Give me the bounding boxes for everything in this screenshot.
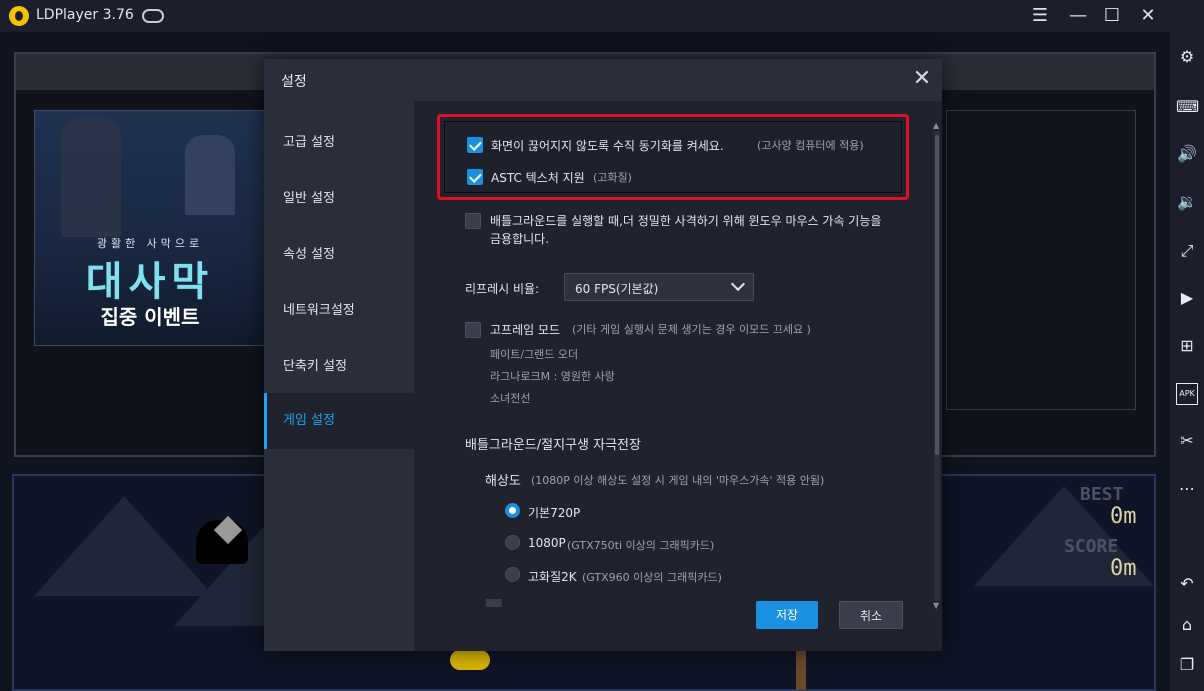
right-toolbar: ⚙ ⌨ 🔊 🔉 ⤢ ▶ ⊞ APK ✂ ⋯ ↶ ⌂ ❐ — [1170, 0, 1204, 691]
astc-label: ASTC 텍스처 지원 — [491, 171, 585, 185]
game-post — [796, 650, 806, 690]
minimize-icon[interactable]: — — [1066, 4, 1090, 28]
pubg-section-heading: 배틀그라운드/절지구생 자극전장 — [465, 438, 641, 453]
mouse-accel-label-line2: 금용합니다. — [490, 232, 550, 246]
high-fps-game: 라그나로크M : 영원한 사랑 — [490, 370, 615, 383]
resolution-option-note: (GTX750ti 이상의 그래픽카드) — [567, 539, 715, 552]
settings-icon[interactable]: ⚙ — [1176, 46, 1198, 68]
back-icon[interactable]: ↶ — [1176, 573, 1198, 595]
vsync-checkbox[interactable] — [467, 137, 483, 153]
nav-general-settings[interactable]: 일반 설정 — [264, 171, 414, 227]
refresh-rate-value: 60 FPS(기본값) — [575, 282, 659, 296]
settings-nav: 고급 설정 일반 설정 속성 설정 네트워크설정 단축키 설정 게임 설정 — [264, 101, 414, 651]
astc-note: (고화질) — [593, 171, 632, 184]
refresh-rate-select[interactable]: 60 FPS(기본값) — [564, 273, 754, 301]
resolution-option-note: (GTX960 이상의 그래픽카드) — [582, 571, 722, 584]
score-value: 0m — [1110, 556, 1137, 581]
vsync-label: 화면이 끊어지지 않도록 수직 동기화를 켜세요. — [491, 139, 724, 153]
partially-hidden-checkbox[interactable] — [486, 599, 502, 607]
dialog-header: 설정 ✕ — [264, 59, 942, 101]
best-label: BEST — [1080, 484, 1124, 505]
game-duck — [450, 650, 490, 670]
save-button[interactable]: 저장 — [756, 601, 818, 629]
scroll-down-icon[interactable]: ▼ — [933, 601, 941, 610]
nav-shortcut-settings[interactable]: 단축키 설정 — [264, 339, 414, 395]
volume-up-icon[interactable]: 🔊 — [1176, 143, 1198, 165]
mouse-accel-label-line1: 배틀그라운드를 실행할 때,더 정밀한 사격하기 위해 윈도우 마우스 가속 기… — [490, 214, 882, 228]
banner-title: 대사막 — [85, 259, 215, 305]
vsync-note: (고사양 컴퓨터에 적용) — [757, 139, 864, 152]
resolution-option-label: 기본720P — [528, 506, 581, 520]
banner-subtitle: 집중 이벤트 — [100, 305, 200, 329]
maximize-icon[interactable]: ☐ — [1100, 4, 1124, 28]
dialog-title: 설정 — [281, 74, 307, 90]
more-icon[interactable]: ⋯ — [1176, 478, 1198, 500]
nav-property-settings[interactable]: 속성 설정 — [264, 227, 414, 283]
resolution-720p-radio[interactable] — [505, 503, 520, 518]
resolution-note: (1080P 이상 해상도 설정 시 게임 내의 '마우스가속' 적용 안됨) — [531, 474, 825, 487]
volume-down-icon[interactable]: 🔉 — [1176, 191, 1198, 213]
menu-icon[interactable]: ☰ — [1028, 4, 1052, 28]
emulator-window: LDPlayer 3.76 ☰ — ☐ ✕ ⚙ ⌨ 🔊 🔉 ⤢ ▶ ⊞ APK … — [0, 0, 1204, 691]
resolution-option-label: 고화질2K — [528, 570, 577, 584]
high-fps-label: 고프레임 모드 — [490, 323, 561, 337]
highlight-box: 화면이 끊어지지 않도록 수직 동기화를 켜세요. (고사양 컴퓨터에 적용) … — [437, 114, 909, 200]
mouse-accel-checkbox[interactable] — [465, 213, 481, 229]
refresh-rate-label: 리프레시 비율: — [465, 282, 540, 296]
nav-advanced-settings[interactable]: 고급 설정 — [264, 115, 414, 171]
fullscreen-icon[interactable]: ⤢ — [1176, 240, 1198, 262]
chevron-down-icon — [730, 276, 746, 292]
best-value: 0m — [1110, 504, 1137, 529]
title-bar: LDPlayer 3.76 ☰ — ☐ ✕ — [0, 0, 1170, 32]
apk-icon[interactable]: APK — [1176, 383, 1198, 405]
high-fps-checkbox[interactable] — [465, 322, 481, 338]
record-icon[interactable]: ▶ — [1176, 287, 1198, 309]
cancel-button[interactable]: 취소 — [839, 601, 903, 629]
resolution-2k-radio[interactable] — [505, 567, 520, 582]
add-app-icon[interactable]: ⊞ — [1176, 335, 1198, 357]
nav-game-settings[interactable]: 게임 설정 — [264, 393, 414, 449]
graphics-options-box: 화면이 끊어지지 않도록 수직 동기화를 켜세요. (고사양 컴퓨터에 적용) … — [444, 121, 902, 193]
nav-network-settings[interactable]: 네트워크설정 — [264, 283, 414, 339]
event-banner[interactable]: 광활한 사막으로 대사막 집중 이벤트 — [34, 110, 266, 346]
gamepad-icon[interactable] — [142, 9, 164, 23]
high-fps-note: (기타 게임 실행시 문제 생기는 경우 이모드 끄세요 ) — [572, 323, 811, 336]
resolution-label: 해상도 — [485, 474, 521, 489]
resolution-option-label: 1080P — [528, 536, 566, 550]
scrollbar-thumb[interactable] — [935, 135, 939, 455]
score-label: SCORE — [1064, 536, 1119, 557]
settings-dialog: 설정 ✕ 고급 설정 일반 설정 속성 설정 네트워크설정 단축키 설정 게임 … — [264, 59, 942, 651]
ldplayer-logo-icon — [9, 6, 29, 26]
banner-statue — [185, 135, 235, 215]
scroll-up-icon[interactable]: ▲ — [933, 121, 941, 130]
resolution-1080p-radio[interactable] — [505, 535, 520, 550]
home-icon[interactable]: ⌂ — [1176, 614, 1198, 636]
astc-checkbox[interactable] — [467, 169, 483, 185]
close-icon[interactable]: ✕ — [911, 68, 933, 90]
high-fps-game: 소녀전선 — [490, 392, 531, 405]
home-right-panel — [946, 110, 1136, 410]
high-fps-game: 페이트/그랜드 오더 — [490, 348, 579, 361]
scissors-icon[interactable]: ✂ — [1176, 430, 1198, 452]
close-window-icon[interactable]: ✕ — [1136, 4, 1160, 28]
keyboard-icon[interactable]: ⌨ — [1176, 96, 1199, 118]
app-title: LDPlayer 3.76 — [36, 7, 134, 23]
recent-apps-icon[interactable]: ❐ — [1176, 654, 1198, 676]
banner-statue — [61, 117, 121, 237]
settings-content: 화면이 끊어지지 않도록 수직 동기화를 켜세요. (고사양 컴퓨터에 적용) … — [414, 101, 942, 651]
